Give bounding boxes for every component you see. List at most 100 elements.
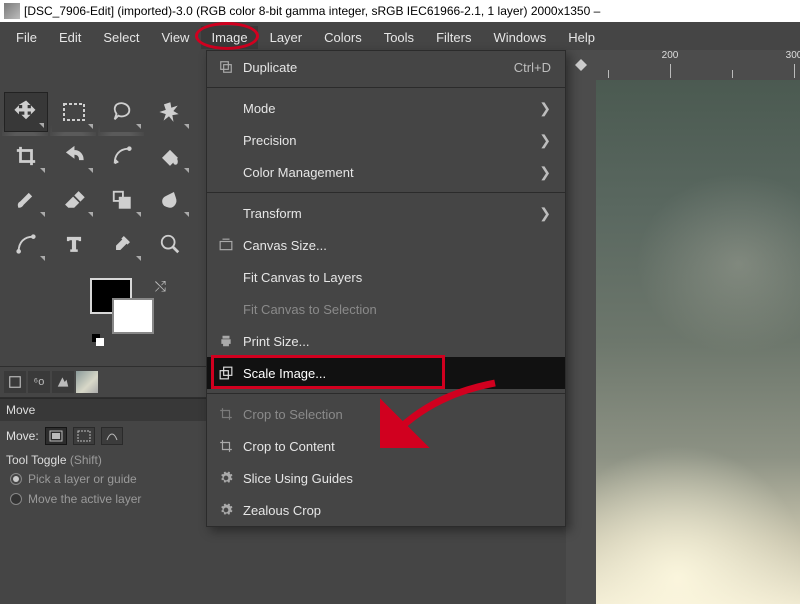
menu-item-accel: Ctrl+D xyxy=(514,60,551,75)
menu-item-scale-image[interactable]: Scale Image... xyxy=(207,357,565,389)
toolbox-panel: ⤭ ⁶o Move Move: Tool Toggle (Shift) Pick… xyxy=(0,50,206,604)
menu-item-label: Fit Canvas to Layers xyxy=(243,270,551,285)
menu-item-label: Transform xyxy=(243,206,539,221)
radio-move-active[interactable]: Move the active layer xyxy=(0,489,206,509)
menu-item-zealous-crop[interactable]: Zealous Crop xyxy=(207,494,565,526)
vertical-ruler[interactable] xyxy=(566,80,596,604)
color-swatches: ⤭ xyxy=(90,278,180,348)
menu-item-precision[interactable]: Precision ❯ xyxy=(207,124,565,156)
tool-toggle-hint: (Shift) xyxy=(70,453,102,467)
print-icon xyxy=(215,334,237,348)
menu-item-fit-canvas-selection: Fit Canvas to Selection xyxy=(207,293,565,325)
crop-icon xyxy=(215,407,237,421)
tool-paintbrush[interactable] xyxy=(4,180,48,220)
menu-item-label: Print Size... xyxy=(243,334,551,349)
menu-item-print-size[interactable]: Print Size... xyxy=(207,325,565,357)
menu-separator xyxy=(207,393,565,394)
menu-tools[interactable]: Tools xyxy=(374,26,424,49)
tool-color-picker[interactable] xyxy=(100,224,144,264)
menu-item-slice-guides[interactable]: Slice Using Guides xyxy=(207,462,565,494)
default-colors-icon[interactable] xyxy=(92,334,106,348)
menu-item-crop-content[interactable]: Crop to Content xyxy=(207,430,565,462)
radio-icon xyxy=(10,493,22,505)
dock-tabs: ⁶o xyxy=(0,366,206,398)
menu-edit[interactable]: Edit xyxy=(49,26,91,49)
menu-item-label: Slice Using Guides xyxy=(243,471,551,486)
tool-smudge[interactable] xyxy=(148,180,192,220)
menu-item-label: Zealous Crop xyxy=(243,503,551,518)
image-menu-dropdown: Duplicate Ctrl+D Mode ❯ Precision ❯ Colo… xyxy=(206,50,566,527)
menu-item-mode[interactable]: Mode ❯ xyxy=(207,92,565,124)
radio-pick-layer-label: Pick a layer or guide xyxy=(28,472,137,486)
menu-item-label: Duplicate xyxy=(243,60,514,75)
move-mode-path[interactable] xyxy=(101,427,123,445)
tool-move[interactable] xyxy=(4,92,48,132)
tool-warp[interactable] xyxy=(100,136,144,176)
move-mode-layer[interactable] xyxy=(45,427,67,445)
canvas-area: 200 300 xyxy=(566,50,800,604)
menu-item-transform[interactable]: Transform ❯ xyxy=(207,197,565,229)
crop-icon xyxy=(215,439,237,453)
tool-toggle-text: Tool Toggle xyxy=(6,453,70,467)
dock-tab-device[interactable]: ⁶o xyxy=(28,371,50,393)
tool-clone[interactable] xyxy=(100,180,144,220)
menu-view[interactable]: View xyxy=(152,26,200,49)
window-title: [DSC_7906-Edit] (imported)-3.0 (RGB colo… xyxy=(24,4,600,18)
tool-paths[interactable] xyxy=(4,224,48,264)
move-mode-selection[interactable] xyxy=(73,427,95,445)
duplicate-icon xyxy=(215,60,237,74)
menu-item-label: Color Management xyxy=(243,165,539,180)
dock-tab-images[interactable] xyxy=(76,371,98,393)
tool-bucket-fill[interactable] xyxy=(148,136,192,176)
menu-separator xyxy=(207,87,565,88)
tool-options-title: Move xyxy=(0,398,206,421)
menu-separator xyxy=(207,192,565,193)
menu-item-label: Mode xyxy=(243,101,539,116)
menu-colors[interactable]: Colors xyxy=(314,26,372,49)
menu-layer[interactable]: Layer xyxy=(260,26,313,49)
ruler-label: 200 xyxy=(662,50,679,61)
menu-item-label: Precision xyxy=(243,133,539,148)
dock-tab-options[interactable] xyxy=(4,371,26,393)
tool-free-select[interactable] xyxy=(100,92,144,132)
menu-help[interactable]: Help xyxy=(558,26,605,49)
window-titlebar: [DSC_7906-Edit] (imported)-3.0 (RGB colo… xyxy=(0,0,800,22)
tool-zoom[interactable] xyxy=(148,224,192,264)
menu-item-label: Crop to Selection xyxy=(243,407,551,422)
gear-icon xyxy=(215,471,237,485)
ruler-corner[interactable] xyxy=(566,50,596,80)
image-canvas[interactable] xyxy=(596,80,800,604)
menu-item-color-management[interactable]: Color Management ❯ xyxy=(207,156,565,188)
tool-crop[interactable] xyxy=(4,136,48,176)
scale-icon xyxy=(215,366,237,380)
tool-grid xyxy=(0,86,206,264)
menu-windows[interactable]: Windows xyxy=(483,26,556,49)
menu-file[interactable]: File xyxy=(6,26,47,49)
menu-item-crop-selection: Crop to Selection xyxy=(207,398,565,430)
menu-item-label: Crop to Content xyxy=(243,439,551,454)
menu-item-canvas-size[interactable]: Canvas Size... xyxy=(207,229,565,261)
menu-select[interactable]: Select xyxy=(93,26,149,49)
gear-icon xyxy=(215,503,237,517)
menu-item-duplicate[interactable]: Duplicate Ctrl+D xyxy=(207,51,565,83)
submenu-arrow-icon: ❯ xyxy=(539,164,551,181)
menu-item-label: Fit Canvas to Selection xyxy=(243,302,551,317)
dock-tab-history[interactable] xyxy=(52,371,74,393)
tool-rect-select[interactable] xyxy=(52,92,96,132)
tool-text[interactable] xyxy=(52,224,96,264)
radio-pick-layer[interactable]: Pick a layer or guide xyxy=(0,469,206,489)
menu-filters[interactable]: Filters xyxy=(426,26,481,49)
menu-item-fit-canvas-layers[interactable]: Fit Canvas to Layers xyxy=(207,261,565,293)
submenu-arrow-icon: ❯ xyxy=(539,205,551,222)
tool-rotate[interactable] xyxy=(52,136,96,176)
menu-image[interactable]: Image xyxy=(201,26,257,49)
horizontal-ruler[interactable]: 200 300 xyxy=(596,50,800,80)
background-color[interactable] xyxy=(112,298,154,334)
tool-eraser[interactable] xyxy=(52,180,96,220)
menu-item-label: Scale Image... xyxy=(243,366,551,381)
swap-colors-icon[interactable]: ⤭ xyxy=(155,278,166,295)
tool-options-mode: Move: xyxy=(0,421,206,451)
submenu-arrow-icon: ❯ xyxy=(539,100,551,117)
tool-toggle-label: Tool Toggle (Shift) xyxy=(0,451,206,469)
tool-fuzzy-select[interactable] xyxy=(148,92,192,132)
